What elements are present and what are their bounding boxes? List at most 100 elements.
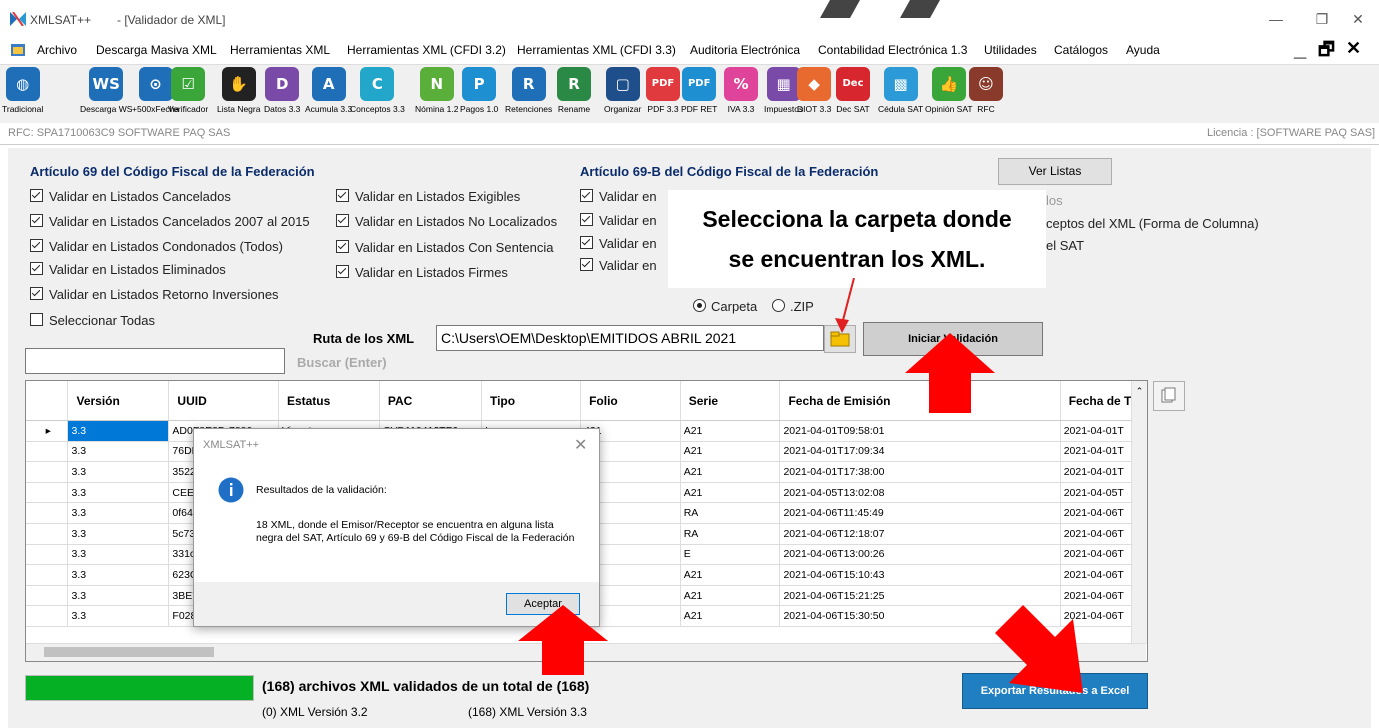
table-cell[interactable]: A21 [680,461,781,483]
toolbar-button-acumula-3-3[interactable]: A Acumula 3.3 [305,67,352,114]
toolbar-button-conceptos-3-3[interactable]: C Conceptos 3.3 [350,67,405,114]
menu-ayuda[interactable]: Ayuda [1126,43,1160,57]
checkbox-box[interactable] [30,214,43,227]
table-cell[interactable]: 2021-04-01T09:58:01 [779,420,1061,442]
column-header-folio[interactable]: Folio [580,381,681,421]
row-selector[interactable] [26,461,69,483]
scroll-up-icon[interactable]: ⌃ [1132,386,1147,397]
table-cell[interactable]: 3.3 [67,585,170,607]
toolbar-button-diot-3-3[interactable]: ◆ DIOT 3.3 [797,67,831,114]
menu-descarga-masiva[interactable]: Descarga Masiva XML [96,43,217,57]
table-cell[interactable]: 3.3 [67,564,170,586]
table-cell[interactable]: 2021-04-06T15:21:25 [779,585,1061,607]
checkbox-box[interactable] [336,214,349,227]
checkbox-box[interactable] [30,287,43,300]
toolbar-button-retenciones[interactable]: R Retenciones [505,67,552,114]
checkbox-con-sentencia[interactable]: Validar en Listados Con Sentencia [336,240,554,255]
toolbar-button-dec-sat[interactable]: Dec Dec SAT [836,67,870,114]
menu-catalogos[interactable]: Catálogos [1054,43,1108,57]
toolbar-button-rfc[interactable]: ☺ RFC [969,67,1003,114]
toolbar-button-verificador[interactable]: ☑ Verificador [168,67,208,114]
checkbox-box[interactable] [580,189,593,202]
table-cell[interactable]: RA [680,502,781,524]
menu-utilidades[interactable]: Utilidades [984,43,1037,57]
checkbox-box[interactable] [336,265,349,278]
table-cell[interactable]: 2021-04-01T17:09:34 [779,441,1061,463]
column-header-tipo[interactable]: Tipo [481,381,582,421]
row-selector[interactable] [26,482,69,504]
menu-herramientas-cfdi32[interactable]: Herramientas XML (CFDI 3.2) [347,43,506,57]
table-cell[interactable]: A21 [680,420,781,442]
table-cell[interactable]: A21 [680,605,781,627]
dialog-close-button[interactable]: ✕ [574,435,587,455]
table-cell[interactable]: A21 [680,482,781,504]
checkbox-69b-1[interactable]: Validar en [580,189,657,204]
row-selector[interactable] [26,605,69,627]
ver-listas-button[interactable]: Ver Listas [998,158,1112,185]
menu-contabilidad[interactable]: Contabilidad Electrónica 1.3 [818,43,967,57]
table-cell[interactable]: 2021-04-06T12:18:07 [779,523,1061,545]
table-cell[interactable]: 2021-04-06T13:00:26 [779,544,1061,566]
checkbox-69b-3[interactable]: Validar en [580,236,657,251]
row-selector[interactable] [26,523,69,545]
checkbox-eliminados[interactable]: Validar en Listados Eliminados [30,262,226,277]
mdi-restore-button[interactable]: 🗗 [1318,37,1335,67]
toolbar-button-pagos-1-0[interactable]: P Pagos 1.0 [460,67,498,114]
menu-auditoria[interactable]: Auditoria Electrónica [690,43,800,57]
table-cell[interactable]: 3.3 [67,482,170,504]
checkbox-exigibles[interactable]: Validar en Listados Exigibles [336,189,520,204]
checkbox-box[interactable] [30,189,43,202]
checkbox-no-localizados[interactable]: Validar en Listados No Localizados [336,214,557,229]
radio-dot[interactable] [772,299,785,312]
toolbar-button-pdf-ret[interactable]: PDF PDF RET [681,67,717,114]
toolbar-button-organizar[interactable]: ▢ Organizar [604,67,641,114]
toolbar-button-pdf-3-3[interactable]: PDF PDF 3.3 [646,67,680,114]
search-input[interactable] [25,348,285,374]
row-selector[interactable] [26,441,69,463]
mdi-minimize-button[interactable]: _ [1294,36,1306,62]
table-cell[interactable]: 3.3 [67,605,170,627]
checkbox-box[interactable] [336,240,349,253]
table-cell[interactable]: A21 [680,564,781,586]
row-selector[interactable] [26,564,69,586]
checkbox-69b-4[interactable]: Validar en [580,258,657,273]
copy-grid-button[interactable] [1153,381,1185,411]
toolbar-button-iva-3-3[interactable]: % IVA 3.3 [724,67,758,114]
column-header-serie[interactable]: Serie [680,381,781,421]
table-cell[interactable]: 3.3 [67,441,170,463]
table-cell[interactable]: 2021-04-01T17:38:00 [779,461,1061,483]
checkbox-box[interactable] [30,239,43,252]
table-cell[interactable]: 3.3 [67,502,170,524]
toolbar-button-opini-n-sat[interactable]: 👍 Opinión SAT [925,67,973,114]
checkbox-cancelados-2007[interactable]: Validar en Listados Cancelados 2007 al 2… [30,214,310,229]
row-selector[interactable] [26,544,69,566]
table-cell[interactable]: 2021-04-06T15:10:43 [779,564,1061,586]
checkbox-box[interactable] [30,313,43,326]
table-cell[interactable]: 3.3 [67,420,170,442]
row-selector[interactable]: ▸ [26,420,69,442]
checkbox-box[interactable] [580,236,593,249]
toolbar-button-rename[interactable]: R Rename [557,67,591,114]
row-selector[interactable] [26,502,69,524]
toolbar-button-tradicional[interactable]: ◍ Tradicional [2,67,43,114]
mdi-close-button[interactable]: ✕ [1346,38,1361,59]
checkbox-firmes[interactable]: Validar en Listados Firmes [336,265,508,280]
table-cell[interactable]: 3.3 [67,461,170,483]
table-cell[interactable]: RA [680,523,781,545]
checkbox-retorno-inversiones[interactable]: Validar en Listados Retorno Inversiones [30,287,279,302]
checkbox-seleccionar-todas[interactable]: Seleccionar Todas [30,313,155,328]
table-cell[interactable]: 2021-04-06T11:45:49 [779,502,1061,524]
scroll-thumb[interactable] [44,647,214,657]
radio-zip[interactable]: .ZIP [772,299,814,314]
toolbar-button-datos-3-3[interactable]: D Datos 3.3 [264,67,300,114]
table-cell[interactable]: A21 [680,441,781,463]
row-selector[interactable] [26,585,69,607]
radio-carpeta[interactable]: Carpeta [693,299,757,314]
table-cell[interactable]: 3.3 [67,523,170,545]
table-cell[interactable]: A21 [680,585,781,607]
checkbox-69b-2[interactable]: Validar en [580,213,657,228]
column-header-estatus[interactable]: Estatus [278,381,380,421]
toolbar-button-lista-negra[interactable]: ✋ Lista Negra [217,67,260,114]
menu-herramientas-xml[interactable]: Herramientas XML [230,43,330,57]
checkbox-box[interactable] [336,189,349,202]
